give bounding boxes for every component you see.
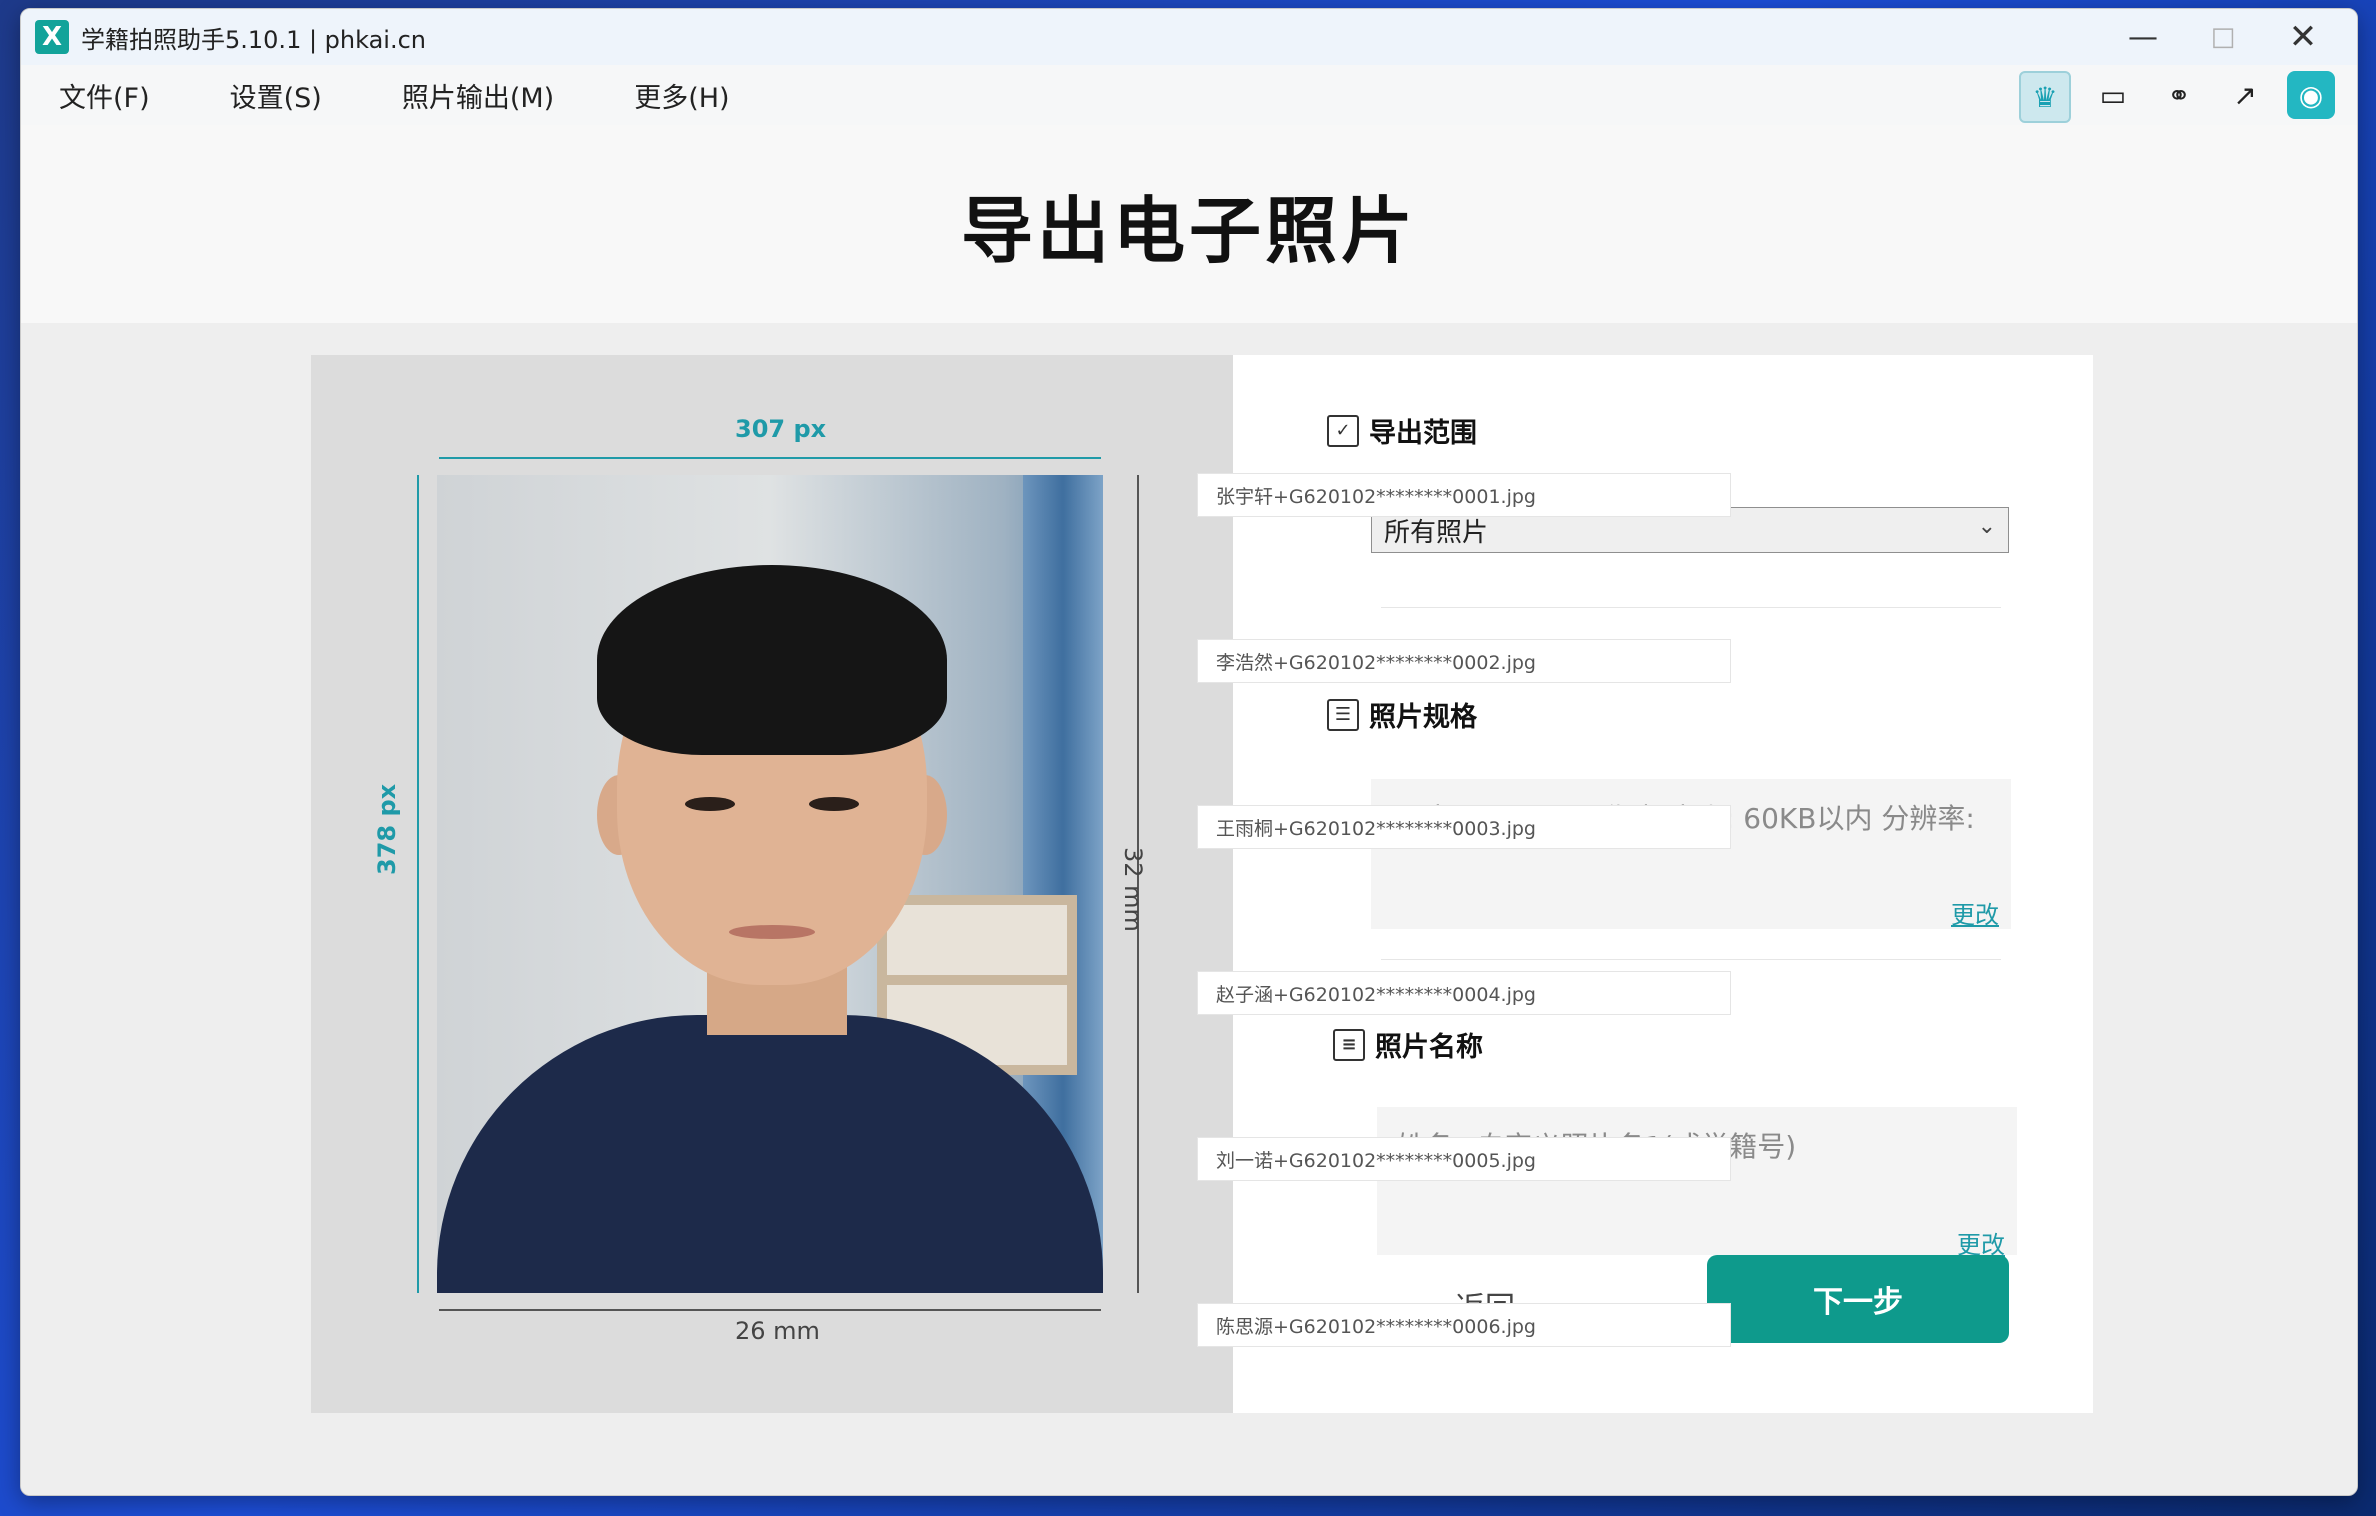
- chevron-down-icon: ⌄: [1977, 514, 1996, 539]
- photo-mouth: [729, 925, 815, 939]
- student-photo: [437, 475, 1103, 1293]
- main-content: 307 px 378 px 32 mm 26 mm ✓ 导出范围 所有照片 ⌄ …: [21, 323, 2357, 1495]
- menu-file[interactable]: 文件(F): [59, 76, 150, 115]
- app-window: X 学籍拍照助手5.10.1 | phkai.cn — □ ✕ 文件(F) 设置…: [20, 8, 2358, 1496]
- maximize-button[interactable]: □: [2183, 9, 2263, 65]
- photo-preview-panel: 307 px 378 px 32 mm 26 mm: [311, 355, 1233, 1413]
- photo-spec-heading: ☰ 照片规格: [1327, 695, 1477, 734]
- menu-photo-output[interactable]: 照片输出(M): [402, 76, 554, 115]
- divider: [1381, 959, 2001, 960]
- width-mm-dimension-line: [439, 1309, 1101, 1311]
- width-mm-label: 26 mm: [735, 1317, 820, 1345]
- list-item[interactable]: 刘一诺+G620102********0005.jpg: [1197, 1137, 1731, 1181]
- height-px-label: 378 px: [373, 783, 401, 875]
- photo-spec-box: 尺寸: 307 * 378像素 大小: 60KB以内 分辨率:: [1371, 779, 2011, 929]
- export-range-heading: ✓ 导出范围: [1327, 411, 1477, 450]
- list-item[interactable]: 张宇轩+G620102********0001.jpg: [1197, 473, 1731, 517]
- title-bar: X 学籍拍照助手5.10.1 | phkai.cn — □ ✕: [21, 9, 2357, 65]
- photo-spec-title: 照片规格: [1369, 702, 1477, 733]
- page-header: 导出电子照片: [21, 125, 2357, 323]
- next-step-button[interactable]: 下一步: [1707, 1255, 2009, 1343]
- list-icon: ≡: [1333, 1028, 1365, 1061]
- tablet-icon[interactable]: ▭: [2089, 71, 2137, 119]
- page-title: 导出电子照片: [960, 188, 1417, 273]
- photo-shelf-board: [877, 975, 1077, 985]
- menu-settings[interactable]: 设置(S): [230, 76, 322, 115]
- menu-more[interactable]: 更多(H): [634, 76, 729, 115]
- photo-name-title: 照片名称: [1375, 1032, 1483, 1063]
- height-px-dimension-line: [417, 475, 419, 1293]
- menu-bar: 文件(F) 设置(S) 照片输出(M) 更多(H) ♛ ▭ ⚭ ↗ ◉: [21, 65, 2357, 125]
- divider: [1381, 607, 2001, 608]
- width-px-dimension-line: [439, 457, 1101, 459]
- export-range-title: 导出范围: [1369, 418, 1477, 449]
- height-mm-label: 32 mm: [1119, 847, 1147, 932]
- document-icon: ☰: [1327, 698, 1359, 731]
- photo-eye-right: [809, 797, 859, 811]
- photo-name-heading: ≡ 照片名称: [1333, 1025, 1483, 1064]
- list-item[interactable]: 赵子涵+G620102********0004.jpg: [1197, 971, 1731, 1015]
- photo-eye-left: [685, 797, 735, 811]
- photo-hair: [597, 565, 947, 755]
- close-button[interactable]: ✕: [2263, 9, 2343, 65]
- list-item[interactable]: 李浩然+G620102********0002.jpg: [1197, 639, 1731, 683]
- link-icon[interactable]: ⚭: [2155, 71, 2203, 119]
- minimize-button[interactable]: —: [2103, 9, 2183, 65]
- toolbar-icons: ♛ ▭ ⚭ ↗ ◉: [2019, 71, 2335, 123]
- app-logo-icon: X: [35, 20, 69, 54]
- list-item[interactable]: 陈思源+G620102********0006.jpg: [1197, 1303, 1731, 1347]
- width-px-label: 307 px: [735, 415, 827, 443]
- export-range-value: 所有照片: [1384, 517, 1489, 548]
- photo-spec-change-link[interactable]: 更改: [1951, 895, 1999, 930]
- list-item[interactable]: 王雨桐+G620102********0003.jpg: [1197, 805, 1731, 849]
- wechat-icon[interactable]: ◉: [2287, 71, 2335, 119]
- crown-icon[interactable]: ♛: [2019, 71, 2071, 123]
- checkbox-icon: ✓: [1327, 414, 1359, 447]
- photo-name-box: 姓名+自定义照片名1(或学籍号): [1377, 1107, 2017, 1255]
- window-title: 学籍拍照助手5.10.1 | phkai.cn: [81, 25, 427, 54]
- share-icon[interactable]: ↗: [2221, 71, 2269, 119]
